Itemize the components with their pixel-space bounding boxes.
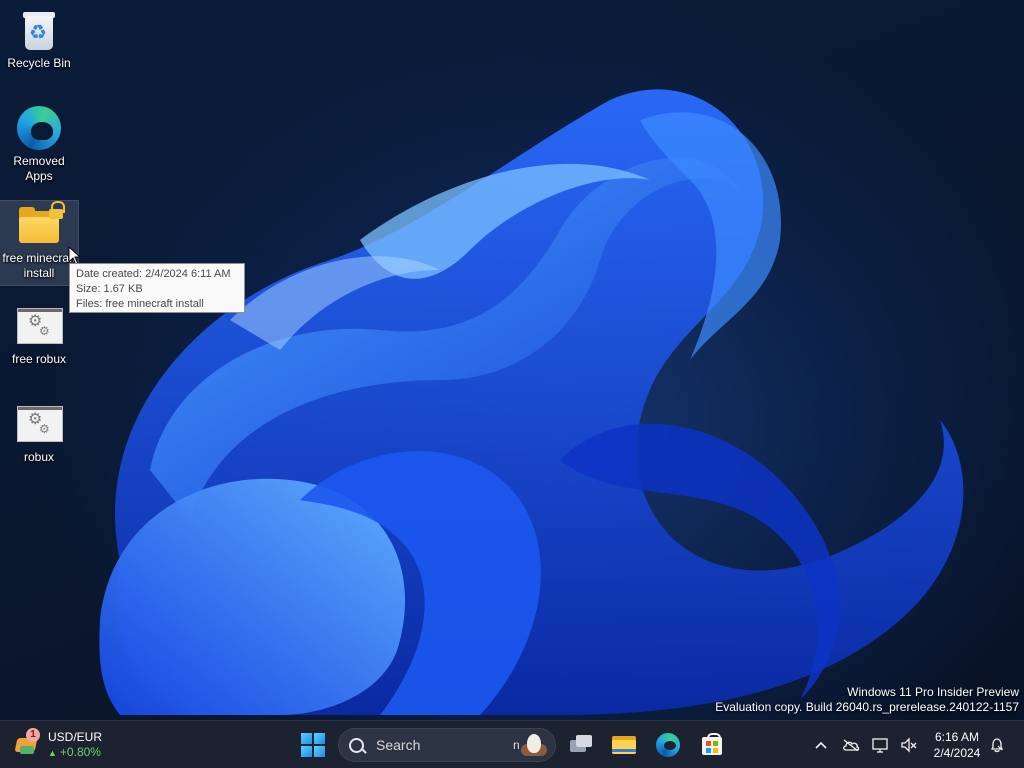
search-placeholder: Search [376, 737, 421, 753]
desktop-icon-recycle-bin[interactable]: ♻ Recycle Bin [0, 6, 78, 71]
tooltip-size: Size: 1.67 KB [76, 283, 143, 295]
evaluation-watermark: Windows 11 Pro Insider Preview Evaluatio… [715, 685, 1019, 715]
search-icon [349, 737, 364, 753]
edge-icon [15, 104, 63, 152]
watermark-edition: Windows 11 Pro Insider Preview [847, 685, 1019, 699]
recycle-bin-icon: ♻ [15, 6, 63, 54]
watermark-build: Evaluation copy. Build 26040.rs_prerelea… [715, 700, 1019, 714]
widget-change: ▲ +0.80% [48, 744, 101, 759]
clock-date: 2/4/2024 [933, 746, 981, 760]
volume-muted-icon [901, 737, 917, 753]
notification-bell-icon [990, 738, 1004, 753]
microsoft-store-icon [696, 729, 728, 761]
task-view-button[interactable] [566, 729, 598, 761]
notification-badge: 1 [26, 728, 40, 742]
currency-widget-icon: 1 [14, 728, 40, 758]
onedrive-button[interactable] [838, 729, 864, 761]
notifications-button[interactable] [987, 729, 1007, 761]
desktop-icon-label: free minecraft install [2, 251, 76, 280]
desktop-icon-label: Removed Apps [13, 154, 65, 183]
file-explorer-button[interactable] [608, 729, 640, 761]
desktop-icon-label: Recycle Bin [7, 56, 71, 70]
taskbar: 1 USD/EUR ▲ +0.80% Search n 6:16 AM 2/4/… [0, 720, 1024, 768]
network-icon [872, 738, 888, 753]
edge-button[interactable] [652, 729, 684, 761]
show-hidden-icons-button[interactable] [808, 729, 834, 761]
settings-file-icon: ⚙ ⚙ [15, 302, 63, 350]
edge-icon [652, 729, 684, 761]
file-tooltip: Date created: 2/4/2024 6:11 AM Size: 1.6… [69, 263, 245, 313]
clock-button[interactable]: 6:16 AM 2/4/2024 [926, 727, 988, 763]
desktop-icon-free-robux[interactable]: ⚙ ⚙ free robux [0, 302, 78, 367]
desktop-icon-label: robux [23, 450, 55, 464]
start-button[interactable] [297, 729, 329, 761]
widgets-button[interactable]: 1 USD/EUR ▲ +0.80% [14, 727, 124, 763]
onedrive-offline-icon [843, 739, 860, 751]
settings-file-icon: ⚙ ⚙ [15, 400, 63, 448]
file-explorer-icon [608, 729, 640, 761]
desktop-icon-free-minecraft-install[interactable]: free minecraft install [0, 200, 79, 286]
bloom-wallpaper [99, 89, 964, 715]
windows-logo-icon [301, 733, 325, 757]
volume-button[interactable] [896, 729, 922, 761]
widget-title: USD/EUR [48, 729, 103, 744]
microsoft-store-button[interactable] [696, 729, 728, 761]
search-highlight-icon: n [511, 732, 547, 758]
desktop-icon-removed-apps[interactable]: Removed Apps [0, 104, 78, 184]
desktop-icon-label: free robux [11, 352, 67, 366]
desktop-icon-robux[interactable]: ⚙ ⚙ robux [0, 400, 78, 465]
clock-time: 6:16 AM [934, 730, 980, 744]
tooltip-files: Files: free minecraft install [76, 298, 204, 310]
network-button[interactable] [868, 729, 894, 761]
desktop[interactable]: ♻ Recycle Bin Removed Apps free minecraf… [0, 0, 1024, 720]
locked-folder-icon [15, 201, 65, 249]
chevron-up-icon [815, 741, 827, 749]
task-view-icon [566, 729, 598, 761]
taskbar-search-box[interactable]: Search n [338, 728, 556, 762]
tooltip-date-created: Date created: 2/4/2024 6:11 AM [76, 268, 231, 280]
